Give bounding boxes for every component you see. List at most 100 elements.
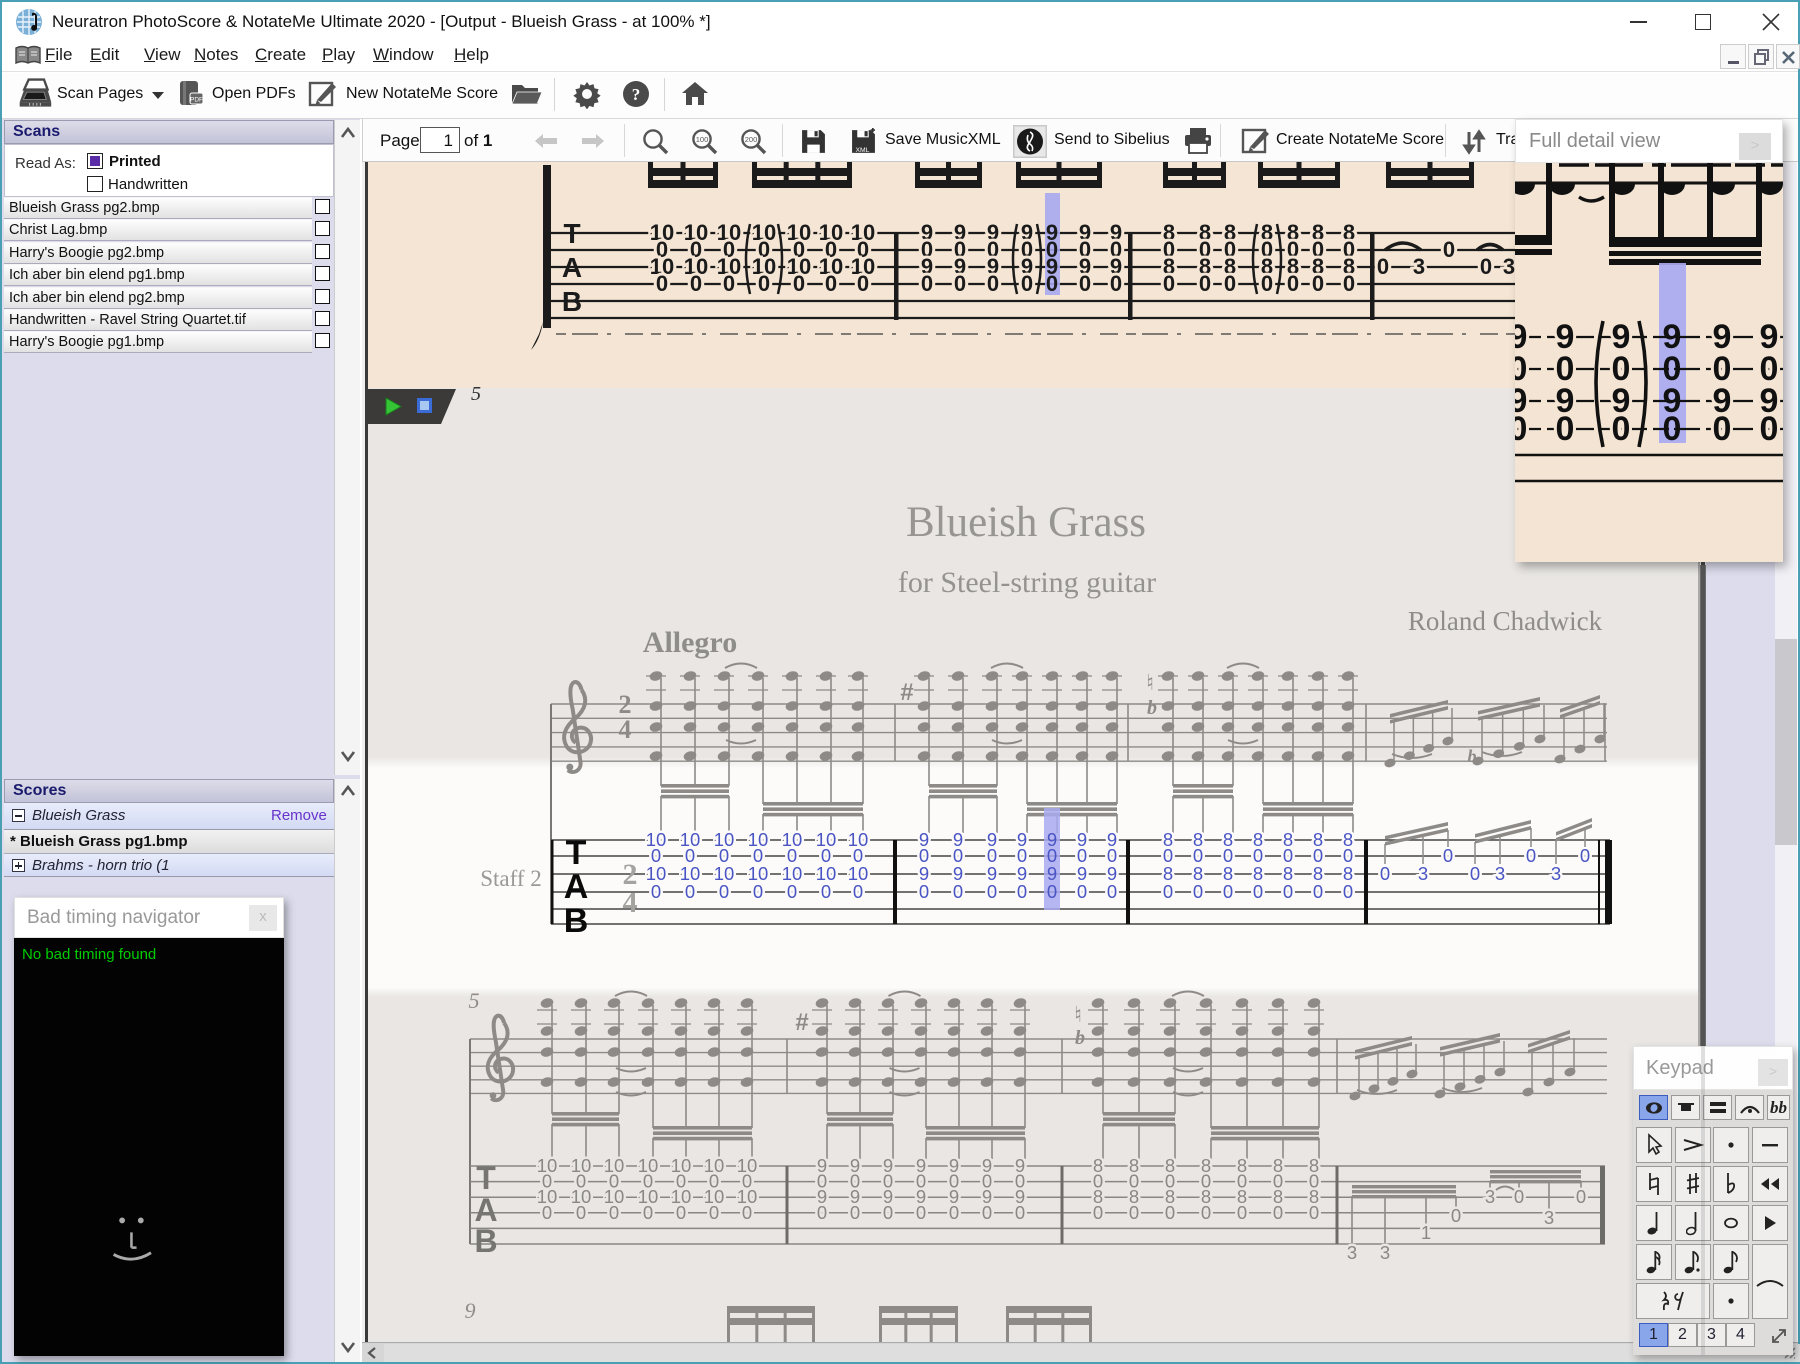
svg-text:100: 100 (696, 135, 709, 144)
svg-text:0: 0 (817, 1202, 827, 1223)
svg-text:0: 0 (1377, 254, 1389, 279)
svg-text:3: 3 (1418, 863, 1428, 884)
svg-text:0: 0 (690, 271, 702, 296)
svg-text:3: 3 (1347, 1242, 1357, 1263)
svg-text:0: 0 (1163, 881, 1173, 902)
svg-text:T: T (476, 1160, 496, 1196)
svg-text:0: 0 (982, 1202, 992, 1223)
svg-text:0: 0 (609, 1202, 619, 1223)
svg-text:0: 0 (1760, 410, 1779, 448)
svg-text:0: 0 (1283, 881, 1293, 902)
svg-text:0: 0 (821, 881, 831, 902)
svg-text:0: 0 (676, 1202, 686, 1223)
svg-text:0: 0 (987, 881, 997, 902)
svg-text:0: 0 (919, 881, 929, 902)
svg-text:0: 0 (883, 1202, 893, 1223)
svg-text:0: 0 (1093, 1202, 1103, 1223)
svg-text:b: b (1075, 1027, 1085, 1049)
svg-text:1: 1 (1421, 1222, 1431, 1243)
svg-text:0: 0 (825, 271, 837, 296)
svg-text:3: 3 (1551, 863, 1561, 884)
svg-text:0: 0 (1079, 271, 1091, 296)
svg-text:b: b (1147, 697, 1157, 719)
svg-text:3: 3 (1503, 254, 1515, 279)
svg-text:0: 0 (1313, 881, 1323, 902)
svg-text:0: 0 (1046, 271, 1058, 296)
svg-text:0: 0 (1224, 271, 1236, 296)
svg-text:#: # (795, 1009, 808, 1036)
svg-text:0: 0 (651, 881, 661, 902)
svg-text:4: 4 (623, 886, 638, 919)
svg-text:0: 0 (1470, 863, 1480, 884)
svg-text:5: 5 (469, 988, 480, 1013)
svg-text:0: 0 (1480, 254, 1492, 279)
svg-text:0: 0 (723, 271, 735, 296)
svg-text:0: 0 (1017, 881, 1027, 902)
svg-text:0: 0 (1343, 881, 1353, 902)
svg-text:0: 0 (1253, 881, 1263, 902)
svg-text:3: 3 (1485, 1186, 1495, 1207)
svg-text:0: 0 (1380, 863, 1390, 884)
svg-text:♮: ♮ (1146, 670, 1154, 695)
svg-text:XML: XML (856, 147, 870, 154)
svg-text:0: 0 (1556, 410, 1575, 448)
svg-text:T: T (566, 834, 587, 872)
svg-text:Blueish Grass: Blueish Grass (906, 499, 1146, 546)
svg-text:0: 0 (1612, 410, 1631, 448)
svg-text:4: 4 (619, 715, 632, 744)
svg-text:0: 0 (1287, 271, 1299, 296)
svg-text:0: 0 (1015, 1202, 1025, 1223)
svg-text:0: 0 (576, 1202, 586, 1223)
svg-text:200: 200 (745, 135, 758, 144)
svg-text:0: 0 (787, 881, 797, 902)
svg-text:0: 0 (753, 881, 763, 902)
svg-text:0: 0 (1163, 271, 1175, 296)
svg-text:0: 0 (953, 881, 963, 902)
svg-text:A: A (564, 868, 589, 906)
svg-text:3: 3 (1544, 1207, 1554, 1228)
svg-text:0: 0 (1451, 1205, 1461, 1226)
svg-text:0: 0 (1199, 271, 1211, 296)
svg-text:♮: ♮ (1074, 1002, 1082, 1027)
svg-text:0: 0 (643, 1202, 653, 1223)
svg-text:0: 0 (1580, 845, 1590, 866)
svg-text:0: 0 (1514, 1186, 1524, 1207)
svg-text:0: 0 (1237, 1202, 1247, 1223)
svg-text:0: 0 (742, 1202, 752, 1223)
svg-text:0: 0 (1343, 271, 1355, 296)
svg-text:3: 3 (1413, 254, 1425, 279)
svg-text:0: 0 (1077, 881, 1087, 902)
svg-text:0: 0 (1309, 1202, 1319, 1223)
svg-text:B: B (564, 902, 589, 940)
svg-text:0: 0 (1223, 881, 1233, 902)
svg-text:0: 0 (1273, 1202, 1283, 1223)
svg-text:0: 0 (853, 881, 863, 902)
svg-text:0: 0 (1107, 881, 1117, 902)
svg-text:0: 0 (1021, 271, 1033, 296)
svg-text:0: 0 (949, 1202, 959, 1223)
svg-text:0: 0 (857, 271, 869, 296)
svg-text:0: 0 (1312, 271, 1324, 296)
svg-text:for Steel-string guitar: for Steel-string guitar (898, 566, 1156, 599)
svg-text:0: 0 (850, 1202, 860, 1223)
svg-text:T: T (563, 218, 580, 249)
svg-text:3: 3 (1495, 863, 1505, 884)
svg-text:0: 0 (1443, 237, 1455, 262)
svg-text:0: 0 (1129, 1202, 1139, 1223)
svg-text:0: 0 (793, 271, 805, 296)
svg-text:5: 5 (471, 383, 481, 405)
svg-text:0: 0 (987, 271, 999, 296)
svg-text:Roland Chadwick: Roland Chadwick (1408, 606, 1603, 636)
svg-text:0: 0 (1663, 410, 1682, 448)
svg-text:b: b (1468, 746, 1477, 766)
svg-text:#: # (900, 679, 913, 706)
svg-text:0: 0 (916, 1202, 926, 1223)
svg-text:0: 0 (1576, 1186, 1586, 1207)
svg-text:?: ? (632, 85, 641, 104)
svg-text:0: 0 (709, 1202, 719, 1223)
svg-text:0: 0 (1261, 271, 1273, 296)
svg-text:9: 9 (465, 1298, 476, 1323)
svg-text:Staff 2: Staff 2 (480, 866, 542, 891)
svg-text:0: 0 (1110, 271, 1122, 296)
svg-text:0: 0 (1515, 410, 1527, 448)
